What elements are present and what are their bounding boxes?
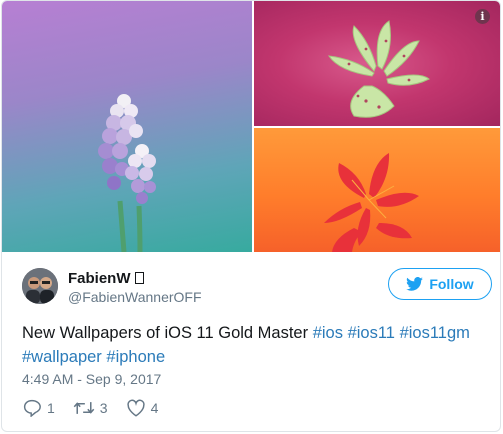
reply-button[interactable]: 1 [22,399,55,417]
display-name[interactable]: FabienW [68,270,131,287]
verified-icon [134,272,144,284]
hashtag-link[interactable]: #ios11gm [400,324,470,342]
retweet-button[interactable]: 3 [73,400,108,416]
info-icon[interactable]: i [475,9,490,24]
tweet-timestamp[interactable]: 4:49 AM - Sep 9, 2017 [22,371,161,387]
follow-label: Follow [429,276,474,292]
avatar[interactable] [22,268,58,304]
heart-icon [126,399,145,417]
wallpaper-lily-image[interactable] [254,128,500,252]
tweet-body: New Wallpapers of iOS 11 Gold Master [22,324,309,342]
like-button[interactable]: 4 [126,399,159,417]
tweet-text: New Wallpapers of iOS 11 Gold Master #io… [22,321,482,369]
tweet-card: i FabienW @FabienWannerOFF Follow New Wa… [1,0,501,432]
user-handle[interactable]: @FabienWannerOFF [68,288,202,307]
author-names: FabienW @FabienWannerOFF [68,270,202,307]
like-count: 4 [150,400,159,416]
display-name-row[interactable]: FabienW [68,270,202,288]
media-grid[interactable]: i [2,1,500,252]
hashtag-link[interactable]: #ios [313,324,343,342]
follow-button[interactable]: Follow [388,268,492,300]
wallpaper-orchid-image[interactable] [254,1,500,126]
bird-icon [406,277,424,291]
wallpaper-hyacinth-image[interactable] [2,1,252,252]
retweet-count: 3 [99,400,108,416]
hashtag-link[interactable]: #wallpaper [22,348,102,366]
hashtag-link[interactable]: #ios11 [348,324,395,342]
tweet-author: FabienW @FabienWannerOFF Follow [22,268,492,308]
hashtag-link[interactable]: #iphone [106,348,165,366]
reply-count: 1 [47,400,55,416]
tweet-actions: 1 3 4 [22,397,176,419]
retweet-icon [73,402,95,414]
reply-icon [23,399,41,417]
